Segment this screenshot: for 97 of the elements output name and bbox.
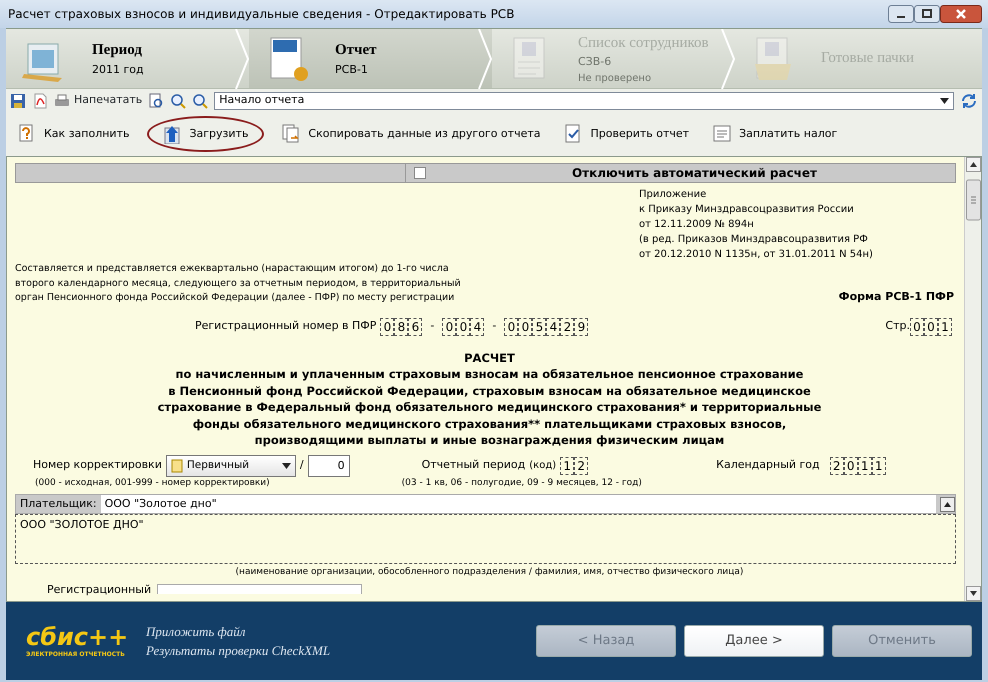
toolbar-button[interactable]: Заплатить налог <box>707 120 844 148</box>
instruction-line: орган Пенсионного фонда Российской Федерации (далее - ПФР) по месту регистрации <box>15 291 456 305</box>
toolbar-button[interactable]: Проверить отчет <box>558 120 696 148</box>
input-field[interactable] <box>157 584 362 594</box>
checkbox[interactable] <box>414 167 426 179</box>
zoom-out-icon[interactable] <box>192 92 208 108</box>
step-title: Список сотрудников <box>578 34 709 52</box>
form-subtitle: в Пенсионный фонд Российской Федерации, страховым взносам на обязательное медицинское <box>167 382 812 399</box>
step-title: Период <box>92 41 143 60</box>
appendix-line: от 20.12.2010 N 1135н, от 31.01.2011 N 54н) <box>639 248 874 262</box>
chevron-divider <box>235 29 249 89</box>
wizard-button[interactable]: Далее > <box>684 625 824 657</box>
maximize-icon[interactable] <box>914 5 940 23</box>
appendix-line: от 12.11.2009 № 894н <box>639 218 755 232</box>
scroll-up-icon[interactable] <box>965 157 982 172</box>
field-label: Отчетный период <box>422 457 526 474</box>
dropdown-caret-icon <box>940 98 949 104</box>
toolbar-button[interactable]: Загрузить <box>147 116 264 152</box>
chevron-divider <box>721 29 735 89</box>
digit-cell[interactable]: 1 <box>560 456 574 474</box>
appendix-line: Приложение <box>639 188 708 202</box>
digit-cell[interactable]: 1 <box>858 456 872 474</box>
digit-cell[interactable]: 9 <box>574 318 588 336</box>
form-subtitle: страхование в Федеральный фонд обязательного медицинского страхования* и территориальные <box>156 399 822 416</box>
step-title: Отчет <box>335 41 377 60</box>
checkbox-label: Отключить автоматический расчет <box>570 165 818 182</box>
digit-cell[interactable]: 8 <box>394 318 408 336</box>
digit-cell[interactable]: 1 <box>872 456 886 474</box>
form-subtitle: фонды обязательного медицинского страхования** плательщиками страховых взносов, <box>192 416 788 432</box>
form-subtitle: по начисленным и уплаченным страховым взносам на обязательное пенсионное страхование <box>174 366 804 382</box>
upload-icon <box>163 124 182 144</box>
copy-document-icon <box>282 124 300 144</box>
form-title: РАСЧЕТ <box>463 350 516 366</box>
toolbar-button[interactable]: Скопировать данные из другого отчета <box>276 120 546 148</box>
digit-cell[interactable]: 0 <box>910 318 924 336</box>
section-dropdown[interactable]: Начало отчета <box>214 92 954 110</box>
instruction-line: второго календарного месяца, следующего за отчетным периодом, в территориальный <box>15 276 461 290</box>
form-subtitle: производящими выплаты и иные вознаграждения физическим лицам <box>254 432 726 448</box>
scroll-down-icon[interactable] <box>965 586 982 601</box>
form-name: Форма РСВ-1 ПФР <box>838 289 954 305</box>
separator: / <box>300 457 304 474</box>
print-button[interactable]: Напечатать <box>54 92 142 109</box>
field-hint: (000 - исходная, 001-999 - номер корректировки) <box>35 476 270 490</box>
save-icon[interactable] <box>10 92 26 108</box>
digit-cell[interactable]: 0 <box>442 318 456 336</box>
digit-cell[interactable]: 4 <box>470 318 484 336</box>
digit-cell[interactable]: 4 <box>546 318 560 336</box>
digit-cell[interactable]: 5 <box>532 318 546 336</box>
zoom-in-icon[interactable] <box>170 92 186 108</box>
digit-cell[interactable]: 0 <box>924 318 938 336</box>
invoice-icon <box>713 124 732 144</box>
separator: - <box>492 318 496 334</box>
chevron-divider <box>478 29 492 89</box>
preview-icon[interactable] <box>148 92 164 108</box>
digit-cell[interactable]: 0 <box>518 318 532 336</box>
field-label: Номер корректировки <box>33 457 162 474</box>
field-label: (код) <box>529 459 556 473</box>
digit-cell[interactable]: 1 <box>938 318 952 336</box>
step-status: Не проверено <box>578 72 652 86</box>
window-title: Расчет страховых взносов и индивидуальные сведения - Отредактировать РСВ <box>8 6 516 23</box>
checklist-icon <box>564 124 582 144</box>
document-icon <box>170 458 183 472</box>
field-label: Календарный год <box>716 457 820 474</box>
digit-cell[interactable]: 2 <box>830 456 844 474</box>
minimize-icon[interactable] <box>888 5 914 23</box>
correction-type-dropdown[interactable]: Первичный <box>166 454 296 476</box>
field-hint: (03 - 1 кв, 06 - полугодие, 09 - 9 месяцев, 12 - год) <box>402 476 642 490</box>
step-subtitle: РСВ-1 <box>335 62 369 78</box>
pdf-icon[interactable] <box>32 92 48 108</box>
digit-cell[interactable]: 0 <box>456 318 470 336</box>
digit-cell[interactable]: 6 <box>408 318 422 336</box>
digit-cell[interactable]: 2 <box>574 456 588 474</box>
logo: сбис++ <box>26 624 130 650</box>
correction-number-field[interactable]: 0 <box>308 454 350 476</box>
digit-cell[interactable]: 0 <box>380 318 394 336</box>
appendix-line: (в ред. Приказов Минздравсоцразвития РФ <box>639 233 869 247</box>
digit-cell[interactable]: 0 <box>844 456 858 474</box>
step-subtitle: СЗВ-6 <box>578 54 612 70</box>
footer-link[interactable]: Приложить файл <box>146 622 536 641</box>
field-label: Стр. <box>885 318 910 334</box>
field-hint: (наименование организации, обособленного подразделения / фамилия, имя, отчество физического лица) <box>234 566 744 579</box>
toolbar-button[interactable]: Как заполнить <box>12 120 136 148</box>
dropdown-caret-icon <box>282 462 291 468</box>
appendix-line: к Приказу Минздравсоцразвития России <box>639 203 855 217</box>
digit-cell[interactable]: 0 <box>504 318 518 336</box>
wizard-step[interactable]: Отчет РСВ-1 <box>249 29 492 88</box>
field-label: Регистрационный <box>47 582 152 598</box>
printer-icon <box>54 92 70 108</box>
refresh-icon[interactable] <box>960 92 978 110</box>
payer-name-field[interactable]: ООО "ЗОЛОТОЕ ДНО" <box>15 514 956 564</box>
separator: - <box>430 318 434 334</box>
digit-cell[interactable]: 2 <box>560 318 574 336</box>
field-label: Регистрационный номер в ПФР <box>195 318 376 334</box>
instruction-line: Составляется и представляется ежеквартально (нарастающим итогом) до 1-го числа <box>15 262 450 276</box>
step-subtitle: 2011 год <box>92 62 144 78</box>
footer-link[interactable]: Результаты проверки CheckXML <box>146 641 536 660</box>
close-icon[interactable] <box>940 5 982 23</box>
